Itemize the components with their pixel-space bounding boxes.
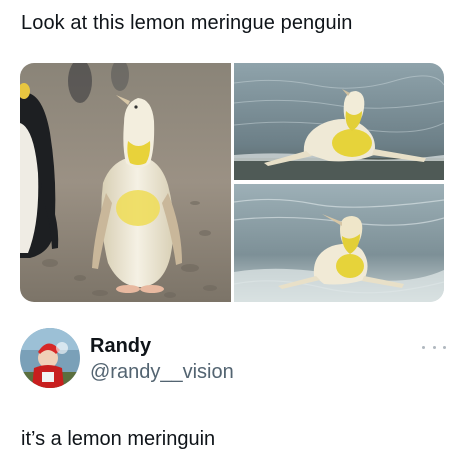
post-text: Look at this lemon meringue penguin: [21, 12, 353, 34]
reply-display-name[interactable]: Randy: [90, 334, 151, 358]
reply-text: it’s a lemon meringuin: [21, 428, 216, 450]
dot: [432, 345, 436, 349]
penguin-surf-photo-1[interactable]: [234, 63, 444, 180]
dot: [422, 345, 425, 349]
penguin-standing-photo[interactable]: [20, 63, 231, 302]
reply-handle[interactable]: @randy__vision: [90, 360, 234, 384]
dot: [443, 345, 446, 349]
avatar[interactable]: [20, 328, 80, 388]
more-options-icon[interactable]: [422, 340, 446, 354]
media-grid: [20, 63, 444, 302]
penguin-surf-photo-2[interactable]: [234, 184, 444, 302]
